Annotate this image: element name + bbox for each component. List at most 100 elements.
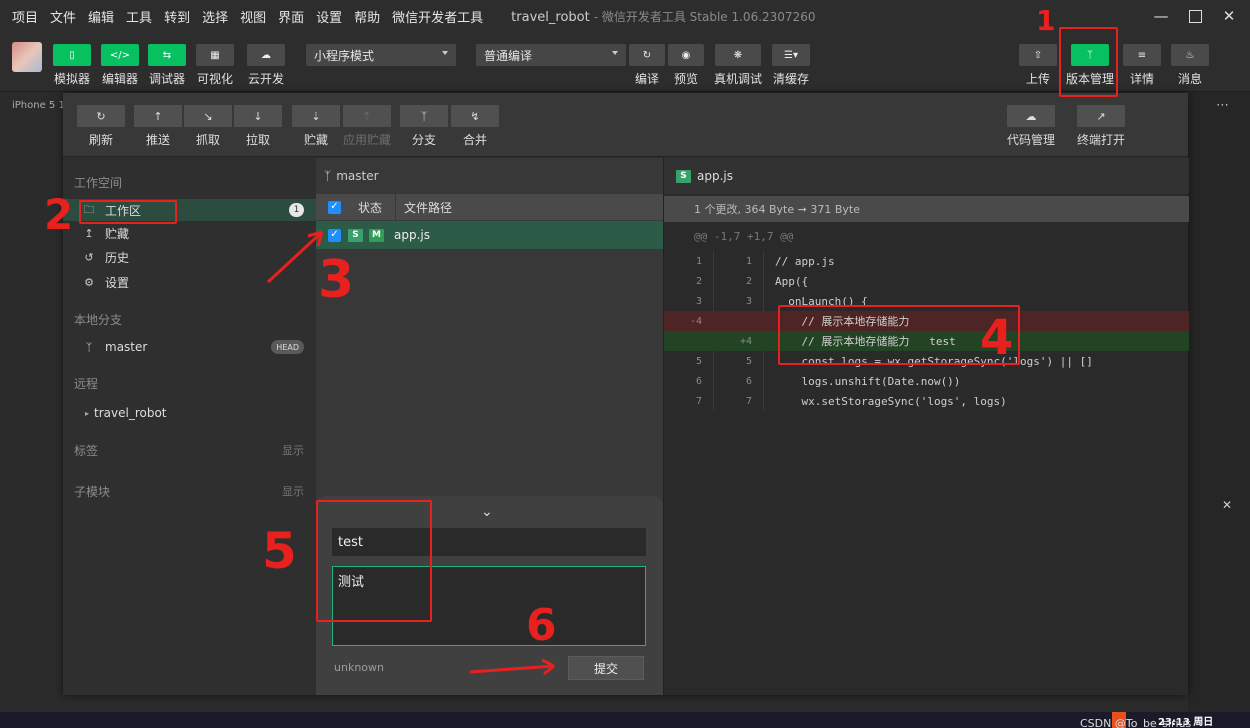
refresh-icon: ↻ [629, 44, 665, 66]
mode-select-value: 小程序模式 [314, 48, 375, 63]
menu-project[interactable]: 项目 [12, 7, 38, 26]
diff-line: 2 2 App({ [664, 271, 1189, 291]
commit-author: unknown [334, 661, 384, 674]
simulator-button[interactable]: ▯ 模拟器 [53, 44, 91, 87]
sidebar-item-master[interactable]: ᛉ master HEAD [63, 336, 316, 358]
staged-tag: S [676, 169, 691, 183]
annotation-arrow-6 [469, 658, 555, 676]
old-line-number: 2 [695, 275, 702, 287]
merge-icon: ↯ [451, 105, 499, 127]
fetch-icon: ↘ [184, 105, 232, 127]
menu-goto[interactable]: 转到 [164, 7, 190, 26]
submit-button[interactable]: 提交 [568, 656, 644, 680]
caret-right-icon: ▸ [85, 408, 90, 418]
vc-terminal-label: 终端打开 [1077, 133, 1126, 147]
vc-apply-stash-button[interactable]: ⇡ 应用贮藏 [343, 105, 391, 148]
pull-icon: ↓ [234, 105, 282, 127]
diff-line: 6 6 logs.unshift(Date.now()) [664, 371, 1189, 391]
history-icon: ↺ [84, 250, 94, 264]
modified-tag: M [369, 228, 384, 242]
refresh-icon: ↻ [77, 105, 125, 127]
vc-code-manage-button[interactable]: ☁ 代码管理 [1007, 105, 1055, 148]
menu-interface[interactable]: 界面 [278, 7, 304, 26]
cloud-upload-icon: ☁ [1007, 105, 1055, 127]
vc-merge-button[interactable]: ↯ 合并 [451, 105, 499, 148]
vc-fetch-button[interactable]: ↘ 抓取 [184, 105, 232, 148]
vc-terminal-button[interactable]: ↗ 终端打开 [1077, 105, 1125, 148]
clear-cache-button[interactable]: ☰▾ 清缓存 [772, 44, 810, 87]
avatar[interactable] [12, 42, 42, 72]
vc-apply-stash-label: 应用贮藏 [343, 133, 392, 147]
menu-help[interactable]: 帮助 [354, 7, 380, 26]
cloud-button[interactable]: ☁ 云开发 [247, 44, 285, 87]
code-text: // app.js [775, 254, 835, 268]
menu-select[interactable]: 选择 [202, 7, 228, 26]
vc-pull-button[interactable]: ↓ 拉取 [234, 105, 282, 148]
branch-icon: ᛉ [400, 105, 448, 127]
details-button[interactable]: ≡ 详情 [1123, 44, 1161, 87]
menu-file[interactable]: 文件 [50, 7, 76, 26]
devtools-window: 项目 文件 编辑 工具 转到 选择 视图 界面 设置 帮助 微信开发者工具 tr… [0, 0, 1250, 728]
visual-button[interactable]: ▦ 可视化 [196, 44, 234, 87]
visual-label: 可视化 [196, 72, 233, 86]
submodules-show-link[interactable]: 显示 [282, 483, 304, 499]
menu-tools[interactable]: 工具 [126, 7, 152, 26]
sidebar-item-label: 贮藏 [105, 226, 130, 241]
vc-stash-button[interactable]: ⇣ 贮藏 [292, 105, 340, 148]
local-branch-heading: 本地分支 [74, 313, 123, 327]
menu-edit[interactable]: 编辑 [88, 7, 114, 26]
stash-icon: ↥ [84, 226, 94, 240]
new-line-number: 7 [745, 395, 752, 407]
minimize-icon[interactable]: — [1144, 0, 1178, 32]
sidebar-item-remote-repo[interactable]: ▸ travel_robot [63, 402, 316, 424]
annotation-box-workarea [79, 200, 177, 224]
new-line-number: +4 [739, 335, 752, 347]
diff-file-name: app.js [697, 169, 733, 183]
annotation-number: 4 [980, 310, 1014, 366]
close-icon[interactable]: ✕ [1212, 0, 1246, 32]
tags-heading: 标签 [74, 444, 99, 458]
upload-button[interactable]: ⇧ 上传 [1019, 44, 1057, 87]
file-path: app.js [394, 228, 430, 242]
debugger-strip: ⋯ ✕ [1188, 92, 1250, 728]
clear-cache-label: 清缓存 [772, 72, 809, 86]
maximize-icon[interactable] [1178, 0, 1212, 32]
vc-push-button[interactable]: ↑ 推送 [134, 105, 182, 148]
editor-button[interactable]: </> 编辑器 [101, 44, 139, 87]
vc-fetch-label: 抓取 [195, 133, 220, 147]
preview-label: 预览 [673, 72, 698, 86]
version-control-panel: ↻ 刷新 ↑ 推送 ↘ 抓取 ↓ 拉取 ⇣ 贮藏 ⇡ 应用贮藏 ᛉ 分支 ↯ 合并 ☁ 代码管理 … [63, 93, 1189, 695]
simulator-strip [0, 92, 62, 728]
vc-refresh-button[interactable]: ↻ 刷新 [77, 105, 125, 148]
more-icon[interactable]: ⋯ [1216, 98, 1229, 113]
messages-button[interactable]: ♨ 消息 [1171, 44, 1209, 87]
preview-button[interactable]: ◉ 预览 [668, 44, 704, 87]
submodules-heading: 子模块 [74, 485, 111, 499]
vc-branch-button[interactable]: ᛉ 分支 [400, 105, 448, 148]
menu-settings[interactable]: 设置 [316, 7, 342, 26]
file-list-header: ✓ 状态 文件路径 [316, 194, 663, 220]
messages-label: 消息 [1177, 72, 1202, 86]
branch-name: master [105, 340, 148, 354]
debug-icon: ⇆ [148, 44, 186, 66]
compile-select[interactable]: 普通编译 [476, 44, 626, 66]
device-label[interactable]: iPhone 5 1 [12, 100, 65, 111]
remote-repo-name: travel_robot [94, 406, 167, 420]
editor-label: 编辑器 [101, 72, 138, 86]
debugger-button[interactable]: ⇆ 调试器 [148, 44, 186, 87]
mode-select[interactable]: 小程序模式 [306, 44, 456, 66]
remote-debug-button[interactable]: ❋ 真机调试 [714, 44, 762, 87]
select-all-checkbox[interactable]: ✓ [328, 200, 341, 214]
tags-show-link[interactable]: 显示 [282, 442, 304, 458]
menu-view[interactable]: 视图 [240, 7, 266, 26]
cloud-label: 云开发 [247, 72, 284, 86]
collapse-chevron-icon[interactable]: ⌄ [481, 504, 493, 520]
close-icon[interactable]: ✕ [1222, 498, 1232, 512]
diff-file-header: Sapp.js [664, 158, 1189, 194]
compile-button[interactable]: ↻ 编译 [629, 44, 665, 87]
menu-wechat-devtools[interactable]: 微信开发者工具 [392, 7, 483, 26]
file-row-appjs[interactable]: ✓ S M app.js [316, 221, 663, 249]
current-branch: ᛉ master [316, 158, 663, 194]
layers-icon: ☰▾ [772, 44, 810, 66]
upload-label: 上传 [1025, 72, 1050, 86]
